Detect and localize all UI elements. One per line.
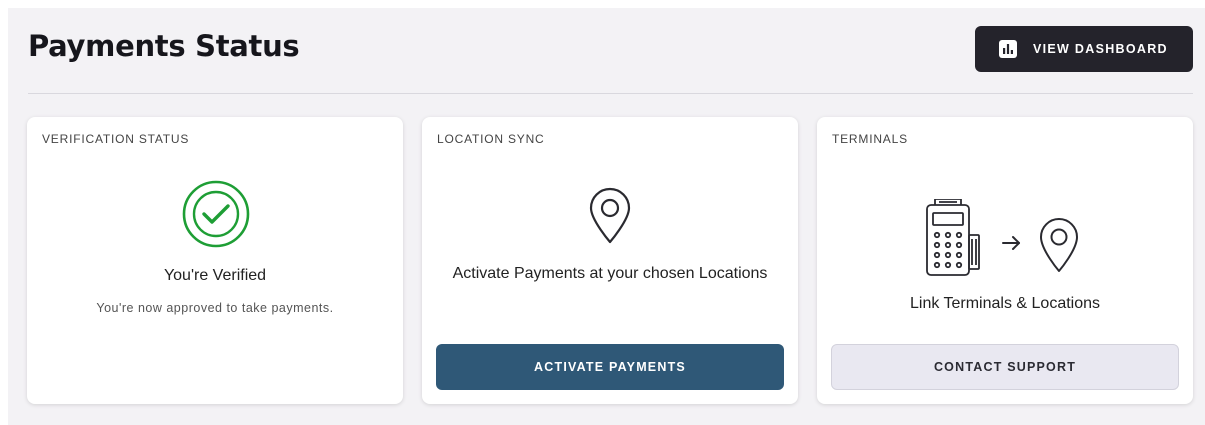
map-pin-icon	[589, 187, 631, 244]
location-sync-card: LOCATION SYNC Activate Payments at your …	[422, 117, 798, 404]
arrow-right-icon	[1002, 236, 1020, 250]
terminals-heading: Link Terminals & Locations	[909, 295, 1101, 312]
bar-chart-icon	[999, 40, 1017, 58]
payments-status-panel: Payments Status VIEW DASHBOARD VERIFICAT…	[8, 8, 1205, 425]
verification-status-card: VERIFICATION STATUS You're Verified You'…	[27, 117, 403, 404]
card-title: TERMINALS	[832, 132, 908, 146]
activate-payments-button[interactable]: ACTIVATE PAYMENTS	[436, 344, 784, 390]
payment-terminal-icon	[926, 199, 980, 276]
location-sync-heading: Activate Payments at your chosen Locatio…	[452, 265, 768, 282]
verified-heading: You're Verified	[163, 267, 267, 284]
verified-subtext: You're now approved to take payments.	[96, 301, 334, 315]
card-title: VERIFICATION STATUS	[42, 132, 190, 146]
page-header: Payments Status VIEW DASHBOARD	[8, 8, 1205, 94]
map-pin-icon	[1040, 218, 1078, 272]
view-dashboard-label: VIEW DASHBOARD	[1033, 42, 1168, 56]
card-title: LOCATION SYNC	[437, 132, 545, 146]
check-circle-icon	[182, 180, 250, 248]
header-divider	[28, 93, 1193, 94]
view-dashboard-button[interactable]: VIEW DASHBOARD	[975, 26, 1193, 72]
terminals-card: TERMINALS Link Terminals & Locations CON…	[817, 117, 1193, 404]
contact-support-button[interactable]: CONTACT SUPPORT	[831, 344, 1179, 390]
terminal-link-illustration	[926, 199, 1078, 276]
page-title: Payments Status	[28, 29, 300, 63]
